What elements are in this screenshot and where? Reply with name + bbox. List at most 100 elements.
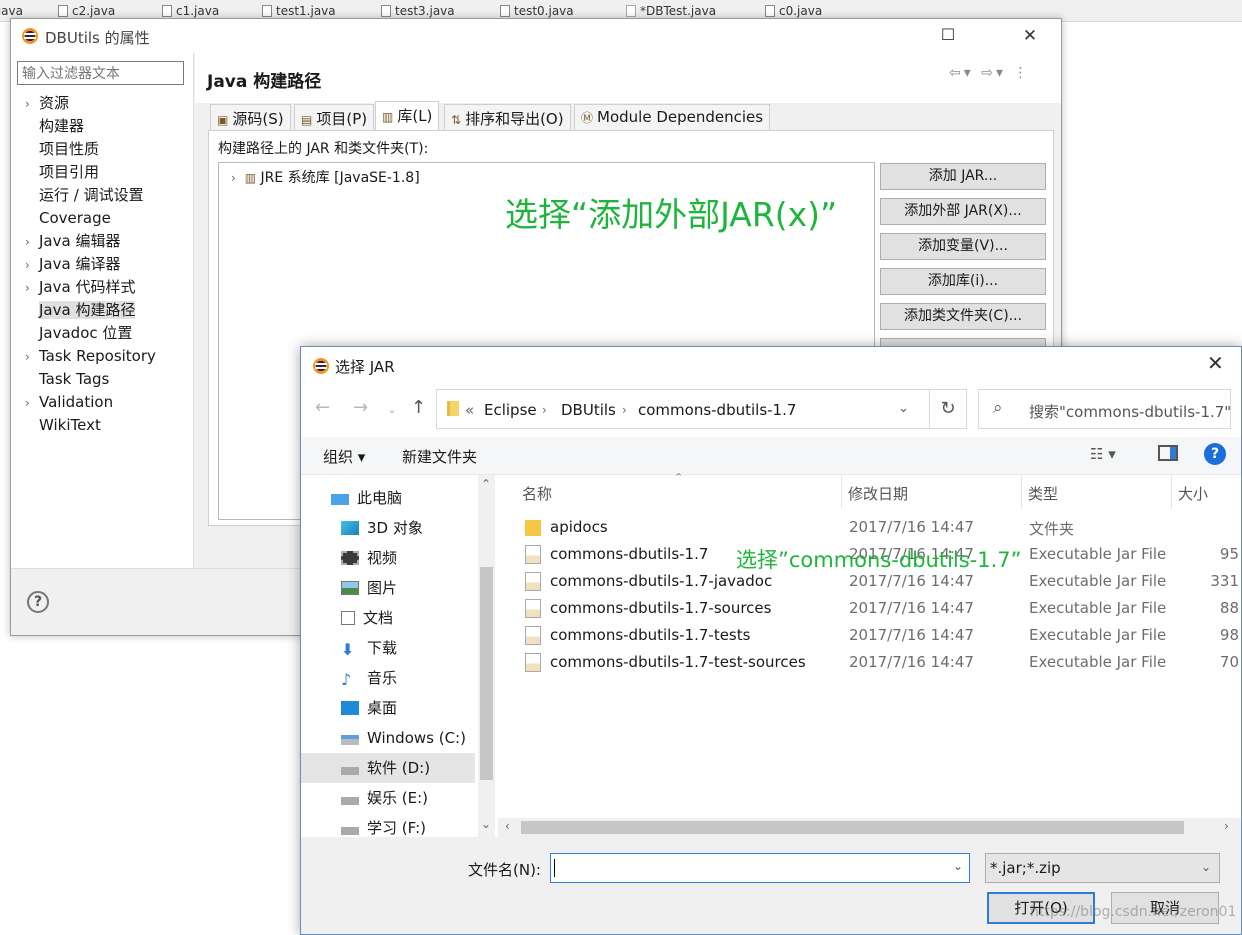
- jar-file-icon: [525, 572, 541, 591]
- editor-tab[interactable]: c0.java: [765, 4, 822, 18]
- filename-input[interactable]: ⌄: [550, 853, 970, 883]
- add-variable-button[interactable]: 添加变量(V)...: [880, 233, 1046, 260]
- editor-tab[interactable]: .java: [0, 4, 23, 18]
- tree-item[interactable]: 图片: [341, 573, 478, 603]
- organize-button[interactable]: 组织 ▾: [323, 446, 365, 467]
- column-divider[interactable]: [1171, 475, 1172, 509]
- editor-tab[interactable]: test0.java: [500, 4, 574, 18]
- column-size[interactable]: 大小: [1178, 483, 1208, 504]
- editor-tab[interactable]: test1.java: [262, 4, 336, 18]
- maximize-button[interactable]: ☐: [925, 22, 971, 48]
- breadcrumb-item[interactable]: commons-dbutils-1.7: [638, 401, 796, 419]
- breadcrumb-item[interactable]: Eclipse: [484, 401, 537, 419]
- tab-module-dependencies[interactable]: Ⓜ Module Dependencies: [574, 104, 771, 131]
- nav-item[interactable]: 项目性质: [25, 138, 99, 160]
- add-library-button[interactable]: 添加库(i)...: [880, 268, 1046, 295]
- chevron-right-icon[interactable]: ›: [542, 403, 547, 417]
- nav-item[interactable]: › Java 代码样式: [25, 276, 135, 298]
- jar-file-icon: [525, 545, 541, 564]
- vertical-scrollbar[interactable]: ⌃ ⌄: [478, 475, 495, 837]
- horizontal-scrollbar[interactable]: ‹ ›: [498, 818, 1241, 837]
- nav-item[interactable]: Javadoc 位置: [25, 322, 132, 344]
- up-arrow-icon[interactable]: ↑: [411, 397, 426, 418]
- scrollbar-thumb[interactable]: [521, 821, 1184, 834]
- nav-item[interactable]: › Validation: [25, 391, 113, 413]
- address-bar[interactable]: « Eclipse › DBUtils › commons-dbutils-1.…: [436, 389, 967, 429]
- nav-item[interactable]: › Task Repository: [25, 345, 156, 367]
- recent-dropdown-icon[interactable]: ⌄: [387, 402, 397, 416]
- tab-libraries[interactable]: ▥ 库(L): [375, 101, 440, 132]
- back-arrow-icon[interactable]: ⇦▾: [949, 65, 974, 81]
- add-jar-button[interactable]: 添加 JAR...: [880, 163, 1046, 190]
- jre-library-item[interactable]: › ▥ JRE 系统库 [JavaSE-1.8]: [231, 167, 420, 187]
- tree-item[interactable]: 娱乐 (E:): [341, 783, 478, 813]
- file-row[interactable]: commons-dbutils-1.7-test-sources 2017/7/…: [513, 650, 1241, 677]
- chevron-down-icon[interactable]: ⌄: [953, 859, 963, 873]
- java-file-icon: [626, 5, 636, 17]
- nav-item[interactable]: Task Tags: [25, 368, 109, 390]
- nav-item[interactable]: 运行 / 调试设置: [25, 184, 144, 206]
- column-divider[interactable]: [841, 475, 842, 509]
- forward-arrow-icon[interactable]: →: [353, 397, 368, 418]
- tree-item[interactable]: 视频: [341, 543, 478, 573]
- scrollbar-thumb[interactable]: [480, 567, 493, 780]
- menu-icon[interactable]: ⋮: [1013, 65, 1030, 81]
- tree-item[interactable]: 桌面: [341, 693, 478, 723]
- file-row[interactable]: commons-dbutils-1.7-tests 2017/7/16 14:4…: [513, 623, 1241, 650]
- scroll-left-icon[interactable]: ‹: [505, 819, 510, 833]
- editor-tab[interactable]: *DBTest.java: [626, 4, 716, 18]
- chevron-right-icon[interactable]: ›: [622, 403, 627, 417]
- nav-item[interactable]: 项目引用: [25, 161, 99, 183]
- column-name[interactable]: 名称: [522, 483, 552, 504]
- add-external-jar-button[interactable]: 添加外部 JAR(X)...: [880, 198, 1046, 225]
- search-input[interactable]: ⌕ 搜索"commons-dbutils-1.7": [978, 389, 1231, 429]
- history-nav[interactable]: ⇦▾ ⇨▾ ⋮: [949, 65, 1030, 81]
- breadcrumb-item[interactable]: DBUtils: [561, 401, 616, 419]
- refresh-icon[interactable]: ↻: [929, 389, 967, 429]
- add-class-folder-button[interactable]: 添加类文件夹(C)...: [880, 303, 1046, 330]
- tab-order-export[interactable]: ⇅ 排序和导出(O): [444, 104, 571, 131]
- tree-item-selected[interactable]: 软件 (D:): [301, 753, 475, 783]
- column-type[interactable]: 类型: [1028, 483, 1058, 504]
- tree-item[interactable]: ⬇ 下载: [341, 633, 478, 663]
- editor-tab[interactable]: test3.java: [381, 4, 455, 18]
- nav-item[interactable]: WikiText: [25, 414, 101, 436]
- tab-source[interactable]: ▣ 源码(S): [210, 104, 291, 131]
- scroll-up-icon[interactable]: ⌃: [481, 477, 491, 491]
- chevron-down-icon: ⌄: [1200, 860, 1211, 874]
- nav-item[interactable]: › Java 编辑器: [25, 230, 120, 252]
- nav-item[interactable]: 构建器: [25, 115, 84, 137]
- tree-item[interactable]: ♪ 音乐: [341, 663, 478, 693]
- nav-item-java-build-path[interactable]: Java 构建路径: [25, 299, 136, 321]
- file-row[interactable]: commons-dbutils-1.7-sources 2017/7/16 14…: [513, 596, 1241, 623]
- tree-item[interactable]: 文档: [341, 603, 478, 633]
- preview-pane-icon[interactable]: [1158, 445, 1178, 461]
- editor-tab[interactable]: c2.java: [58, 4, 115, 18]
- column-divider[interactable]: [1021, 475, 1022, 509]
- nav-item[interactable]: Coverage: [25, 207, 111, 229]
- new-folder-button[interactable]: 新建文件夹: [402, 446, 477, 467]
- help-icon[interactable]: ?: [27, 591, 49, 613]
- close-button[interactable]: ✕: [1207, 351, 1224, 375]
- file-row[interactable]: apidocs 2017/7/16 14:47 文件夹: [513, 515, 1241, 542]
- filter-input[interactable]: [17, 61, 184, 85]
- folder-icon: [447, 401, 459, 416]
- close-button[interactable]: ✕: [1007, 23, 1053, 49]
- forward-arrow-icon[interactable]: ⇨▾: [981, 65, 1006, 81]
- scroll-right-icon[interactable]: ›: [1224, 819, 1229, 833]
- breadcrumb-overflow[interactable]: «: [465, 401, 474, 419]
- back-arrow-icon[interactable]: ←: [315, 397, 330, 418]
- file-type-select[interactable]: *.jar;*.zip ⌄: [985, 853, 1220, 883]
- view-options-icon[interactable]: ☷ ▾: [1090, 445, 1116, 463]
- nav-item[interactable]: › Java 编译器: [25, 253, 120, 275]
- nav-item[interactable]: › 资源: [25, 92, 69, 114]
- scroll-down-icon[interactable]: ⌄: [481, 817, 491, 831]
- tree-item-this-pc[interactable]: 此电脑: [331, 483, 468, 513]
- column-date[interactable]: 修改日期: [848, 483, 908, 504]
- tree-item[interactable]: Windows (C:): [341, 723, 478, 753]
- editor-tab[interactable]: c1.java: [162, 4, 219, 18]
- chevron-down-icon[interactable]: ⌄: [898, 401, 909, 416]
- tree-item[interactable]: 3D 对象: [341, 513, 478, 543]
- help-icon[interactable]: ?: [1204, 443, 1226, 465]
- tab-projects[interactable]: ▤ 项目(P): [294, 104, 375, 131]
